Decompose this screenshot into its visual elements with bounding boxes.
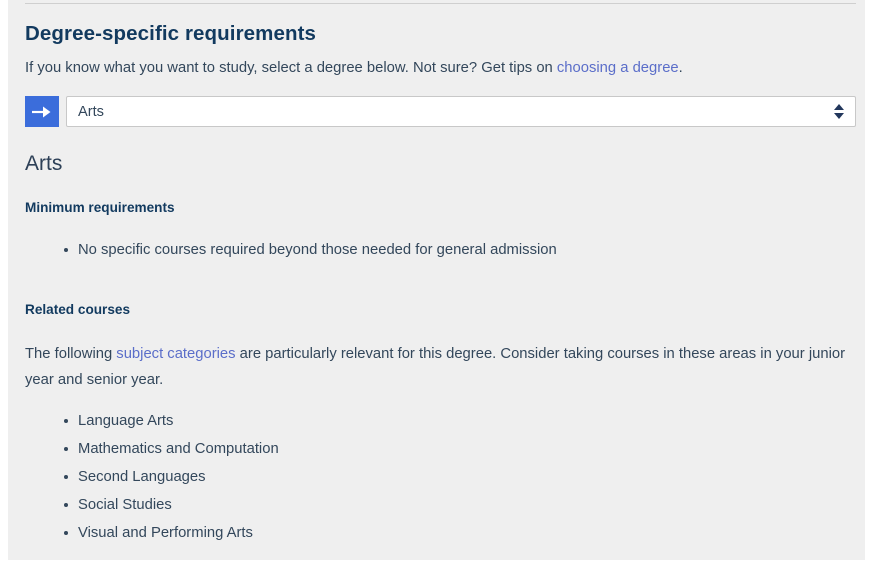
degree-select[interactable]: Arts: [66, 96, 856, 127]
go-button[interactable]: [25, 96, 59, 127]
list-item: Social Studies: [25, 491, 856, 519]
list-item: Visual and Performing Arts: [25, 519, 856, 547]
list-item: No specific courses required beyond thos…: [25, 236, 856, 264]
related-courses-list: Language Arts Mathematics and Computatio…: [25, 393, 856, 547]
list-item: Mathematics and Computation: [25, 435, 856, 463]
intro-text-after: .: [678, 60, 683, 76]
minimum-requirements-list: No specific courses required beyond thos…: [25, 217, 856, 264]
arrow-right-icon: [32, 106, 51, 117]
page-title: Degree-specific requirements: [25, 22, 317, 45]
list-item: Language Arts: [25, 407, 856, 435]
list-item: Second Languages: [25, 463, 856, 491]
related-courses-paragraph: The following subject categories are par…: [25, 319, 856, 393]
intro-paragraph: If you know what you want to study, sele…: [25, 48, 856, 79]
minimum-requirements-heading: Minimum requirements: [25, 200, 175, 215]
subject-categories-link[interactable]: subject categories: [116, 346, 235, 362]
related-text-before: The following: [25, 346, 117, 362]
degree-selector-row: Arts: [25, 96, 856, 127]
related-courses-heading: Related courses: [25, 302, 131, 317]
content-column: Degree-specific requirements If you know…: [25, 0, 856, 547]
degree-name-heading: Arts: [25, 152, 63, 175]
degree-select-wrapper: Arts: [66, 96, 856, 127]
content-panel: Degree-specific requirements If you know…: [8, 0, 865, 560]
choosing-a-degree-link[interactable]: choosing a degree: [557, 60, 679, 76]
intro-text-before: If you know what you want to study, sele…: [25, 60, 557, 76]
